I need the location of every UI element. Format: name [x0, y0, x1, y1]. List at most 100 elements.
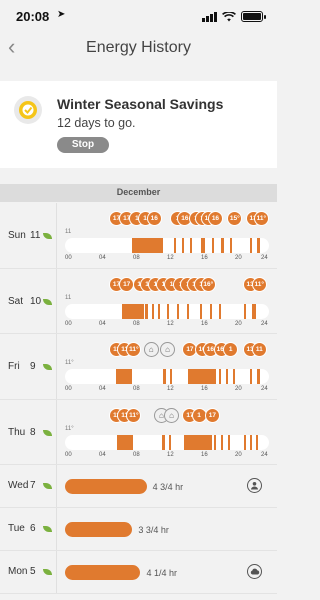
hour-tick: 04 [99, 320, 106, 327]
away-home-icon[interactable]: ⌂ [160, 342, 175, 357]
setpoint-bubble[interactable]: 17 [119, 276, 135, 292]
hour-tick: 08 [133, 320, 140, 327]
person-icon[interactable] [247, 478, 262, 493]
day-label: Wed 7 [0, 465, 57, 507]
setpoint-axis-label: 11 [65, 294, 72, 301]
day-number: 11 [30, 230, 41, 241]
status-time: 20:08 [16, 9, 50, 24]
day-timeline-area: 11°00040812162024111111°⌂⌂17117 [57, 399, 277, 464]
hour-tick: 12 [167, 320, 174, 327]
heating-segment [243, 303, 246, 319]
heating-segment [230, 238, 233, 253]
setpoint-bubble[interactable]: 11 [251, 342, 267, 357]
day-name: Sun [8, 230, 26, 241]
setpoint-bubble[interactable]: 11° [253, 211, 269, 226]
day-row[interactable]: 11°00040812162024111111°⌂⌂17117Thu8 [0, 399, 277, 465]
hour-tick: 08 [133, 255, 140, 261]
setpoint-bubble[interactable]: 15° [227, 211, 243, 226]
day-name: Mon [8, 566, 28, 577]
hour-tick: 24 [261, 255, 268, 261]
location-arrow-icon: ➤ [57, 9, 66, 20]
hour-tick: 12 [167, 451, 174, 458]
heating-hours: 3 3/4 hr [138, 525, 169, 535]
hour-tick: 04 [99, 255, 106, 261]
day-number: 5 [30, 566, 36, 577]
heating-segment [116, 369, 133, 384]
heating-segment [219, 303, 222, 319]
hour-tick: 04 [99, 386, 106, 392]
month-label: December [116, 187, 161, 197]
heating-segment [117, 434, 134, 450]
heating-segment [249, 238, 252, 253]
heating-segment [144, 303, 148, 319]
heating-segment [255, 434, 258, 450]
day-summary-area: 3 3/4 hr [57, 508, 277, 550]
setpoint-bubble[interactable]: 17 [204, 407, 220, 423]
day-name: Sat [8, 295, 24, 307]
day-label: Thu 8 [0, 399, 57, 464]
leaf-icon [43, 483, 52, 489]
heating-segment [251, 303, 256, 319]
day-number: 6 [30, 523, 36, 534]
setpoint-bubble[interactable]: 16° [200, 276, 216, 292]
page-title: Energy History [86, 39, 191, 56]
hour-tick: 16 [201, 255, 208, 261]
setpoint-bubble[interactable]: 11° [126, 342, 142, 357]
day-number: 9 [30, 361, 36, 372]
setpoint-axis-label: 11° [65, 360, 74, 366]
setpoint-bubble[interactable]: 16 [146, 211, 162, 226]
leaf-icon [43, 298, 52, 305]
seasonal-savings-card [0, 81, 277, 168]
setpoint-bubble[interactable]: 11° [251, 276, 267, 292]
heating-segment [226, 369, 229, 384]
hour-tick: 16 [201, 320, 208, 327]
hour-tick: 00 [65, 451, 72, 458]
heating-segment [199, 303, 202, 319]
heating-segment [256, 369, 260, 384]
heating-hours: 4 1/4 hr [146, 568, 177, 578]
day-timeline-area: 11000408121620241717171111111116°1311° [57, 268, 277, 333]
day-label: Tue 6 [0, 508, 57, 550]
day-row[interactable]: 4 1/4 hr Mon 5 [0, 551, 277, 594]
cloud-icon[interactable] [247, 564, 262, 579]
setpoint-axis-label: 11 [65, 229, 72, 235]
heating-segment [211, 238, 214, 253]
heating-segment [249, 369, 252, 384]
heating-segment [209, 303, 212, 319]
day-row[interactable]: 3 3/4 hr Tue 6 [0, 508, 277, 551]
wifi-icon [222, 11, 236, 21]
heating-segment [187, 303, 190, 319]
promo-title: Winter Seasonal Savings [57, 96, 224, 112]
heating-segment [221, 434, 224, 450]
day-row[interactable]: 4 3/4 hr Wed 7 [0, 465, 277, 508]
hour-tick: 24 [261, 451, 268, 458]
hour-tick: 20 [235, 451, 242, 458]
heating-segment [122, 303, 144, 319]
heating-segment [161, 434, 165, 450]
month-header: December [0, 184, 277, 202]
hour-tick: 04 [99, 451, 106, 458]
heating-segment [228, 434, 231, 450]
day-name: Wed [8, 480, 29, 491]
heating-segment [184, 434, 212, 450]
hour-tick: 00 [65, 386, 72, 392]
heating-segment [177, 303, 180, 319]
setpoint-bubble[interactable]: 1 [223, 342, 239, 357]
signal-icon [202, 11, 217, 22]
away-home-icon[interactable]: ⌂ [143, 342, 159, 357]
leaf-icon [43, 233, 52, 239]
day-row[interactable]: 11°00040812162024111111°⌂⌂17161616°11311… [0, 334, 277, 400]
setpoint-axis-label: 11° [65, 425, 74, 432]
heating-segment [233, 369, 236, 384]
setpoint-bubble[interactable]: 11° [126, 407, 142, 423]
away-home-icon[interactable]: ⌂ [164, 407, 180, 423]
stop-button[interactable]: Stop [57, 137, 109, 153]
battery-icon [241, 11, 266, 22]
day-row[interactable]: 11000408121620241717171111111116°1311°Sa… [0, 268, 277, 334]
heating-segment [213, 434, 216, 450]
hour-tick: 08 [133, 386, 140, 392]
heating-hours: 4 3/4 hr [152, 482, 184, 492]
setpoint-bubble[interactable]: 16 [207, 211, 223, 226]
hour-tick: 20 [235, 320, 242, 327]
day-row[interactable]: 11000408121620241717111611611161615°1311… [0, 203, 277, 269]
